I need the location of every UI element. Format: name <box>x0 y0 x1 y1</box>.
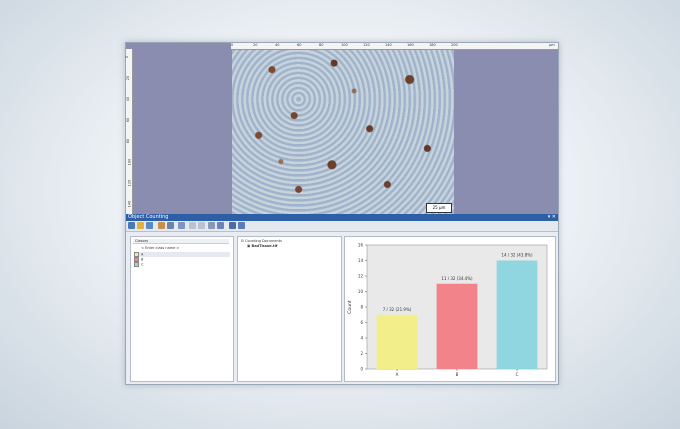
measure-icon[interactable] <box>217 222 224 229</box>
settings-icon[interactable] <box>238 222 245 229</box>
micrograph-image[interactable] <box>232 50 454 214</box>
bar-A <box>376 314 418 369</box>
panel-window-buttons[interactable]: ▾ ✕ <box>548 214 556 221</box>
data-label: 11 / 32 (34.4%) <box>441 276 473 281</box>
count-icon[interactable] <box>208 222 215 229</box>
y-tick-label: 16 <box>358 243 364 248</box>
color-swatch-icon <box>134 262 139 267</box>
ruler-tick: 0 <box>231 43 234 47</box>
classes-pane: Classes < Enter class name > A B C <box>130 236 234 382</box>
ruler-tick: 20 <box>126 75 131 81</box>
bar-C <box>496 260 538 369</box>
export-icon[interactable] <box>178 222 185 229</box>
class-name-input[interactable]: < Enter class name > <box>141 246 179 251</box>
documents-pane: ⊟ Counting Documents ▣ BadTissue.tif <box>237 236 342 382</box>
ruler-tick: 120 <box>127 179 132 187</box>
open-icon[interactable] <box>137 222 144 229</box>
panel-titlebar: Object Counting ▾ ✕ <box>126 214 558 221</box>
x-tick-label: B <box>456 372 459 377</box>
ruler-tick: 40 <box>126 96 131 102</box>
classes-header: Classes <box>133 239 229 244</box>
ruler-tick: 0 <box>125 55 130 59</box>
y-tick-label: 4 <box>360 336 363 341</box>
data-label: 14 / 32 (43.8%) <box>501 253 533 258</box>
application-window: 0 20 40 60 80 100 120 140 160 180 200 μm 0 20 40 60 80 1… <box>125 42 559 385</box>
class-item[interactable]: A <box>134 252 230 257</box>
ruler-tick: 180 <box>429 43 436 47</box>
ruler-tick: 120 <box>363 43 370 47</box>
save-icon[interactable] <box>146 222 153 229</box>
redo-icon[interactable] <box>198 222 205 229</box>
folder-icon[interactable] <box>158 222 165 229</box>
data-label: 7 / 32 (21.9%) <box>383 307 412 312</box>
y-tick-label: 0 <box>360 367 363 372</box>
ruler-tick: 20 <box>253 43 258 47</box>
ruler-tick: 60 <box>297 43 302 47</box>
chart-pane: 0 2 4 6 8 10 12 14 16 Count 7 / 32 (21.9%) A 11 / 32… <box>344 236 556 382</box>
class-item[interactable]: C <box>134 262 143 267</box>
undo-icon[interactable] <box>189 222 196 229</box>
ruler-tick: 100 <box>127 158 132 166</box>
chart-icon[interactable] <box>229 222 236 229</box>
toolbar <box>126 221 558 232</box>
ruler-tick: μm <box>549 43 555 47</box>
bar-chart: 0 2 4 6 8 10 12 14 16 Count 7 / 32 (21.9%) A 11 / 32… <box>347 243 548 377</box>
vertical-ruler: 0 20 40 60 80 100 120 140 <box>125 49 133 214</box>
ruler-tick: 60 <box>126 117 131 123</box>
ruler-tick: 100 <box>341 43 348 47</box>
ruler-tick: 200 <box>451 43 458 47</box>
x-tick-label: C <box>516 372 519 377</box>
y-tick-label: 10 <box>358 289 364 294</box>
y-tick-label: 12 <box>358 274 364 279</box>
ruler-tick: 80 <box>319 43 324 47</box>
new-icon[interactable] <box>128 222 135 229</box>
x-tick-label: A <box>396 372 399 377</box>
y-tick-label: 14 <box>358 258 364 263</box>
y-tick-label: 2 <box>360 351 363 356</box>
ruler-tick: 140 <box>385 43 392 47</box>
tool-icon[interactable] <box>167 222 174 229</box>
panel-title: Object Counting <box>128 214 169 220</box>
y-tick-label: 6 <box>360 320 363 325</box>
image-viewer[interactable]: 0 20 40 60 80 100 120 140 160 180 200 μm 0 20 40 60 80 1… <box>125 43 558 214</box>
bar-B <box>436 283 478 369</box>
y-tick-label: 8 <box>360 305 363 310</box>
horizontal-ruler: 0 20 40 60 80 100 120 140 160 180 200 μm <box>231 43 558 50</box>
y-axis-label: Count <box>347 300 353 314</box>
tree-item-file[interactable]: ▣ BadTissue.tif <box>247 244 277 249</box>
ruler-tick: 40 <box>275 43 280 47</box>
ruler-tick: 140 <box>127 200 132 208</box>
scale-bar: 25 μm <box>426 203 452 213</box>
ruler-tick: 160 <box>407 43 414 47</box>
ruler-tick: 80 <box>126 138 131 144</box>
